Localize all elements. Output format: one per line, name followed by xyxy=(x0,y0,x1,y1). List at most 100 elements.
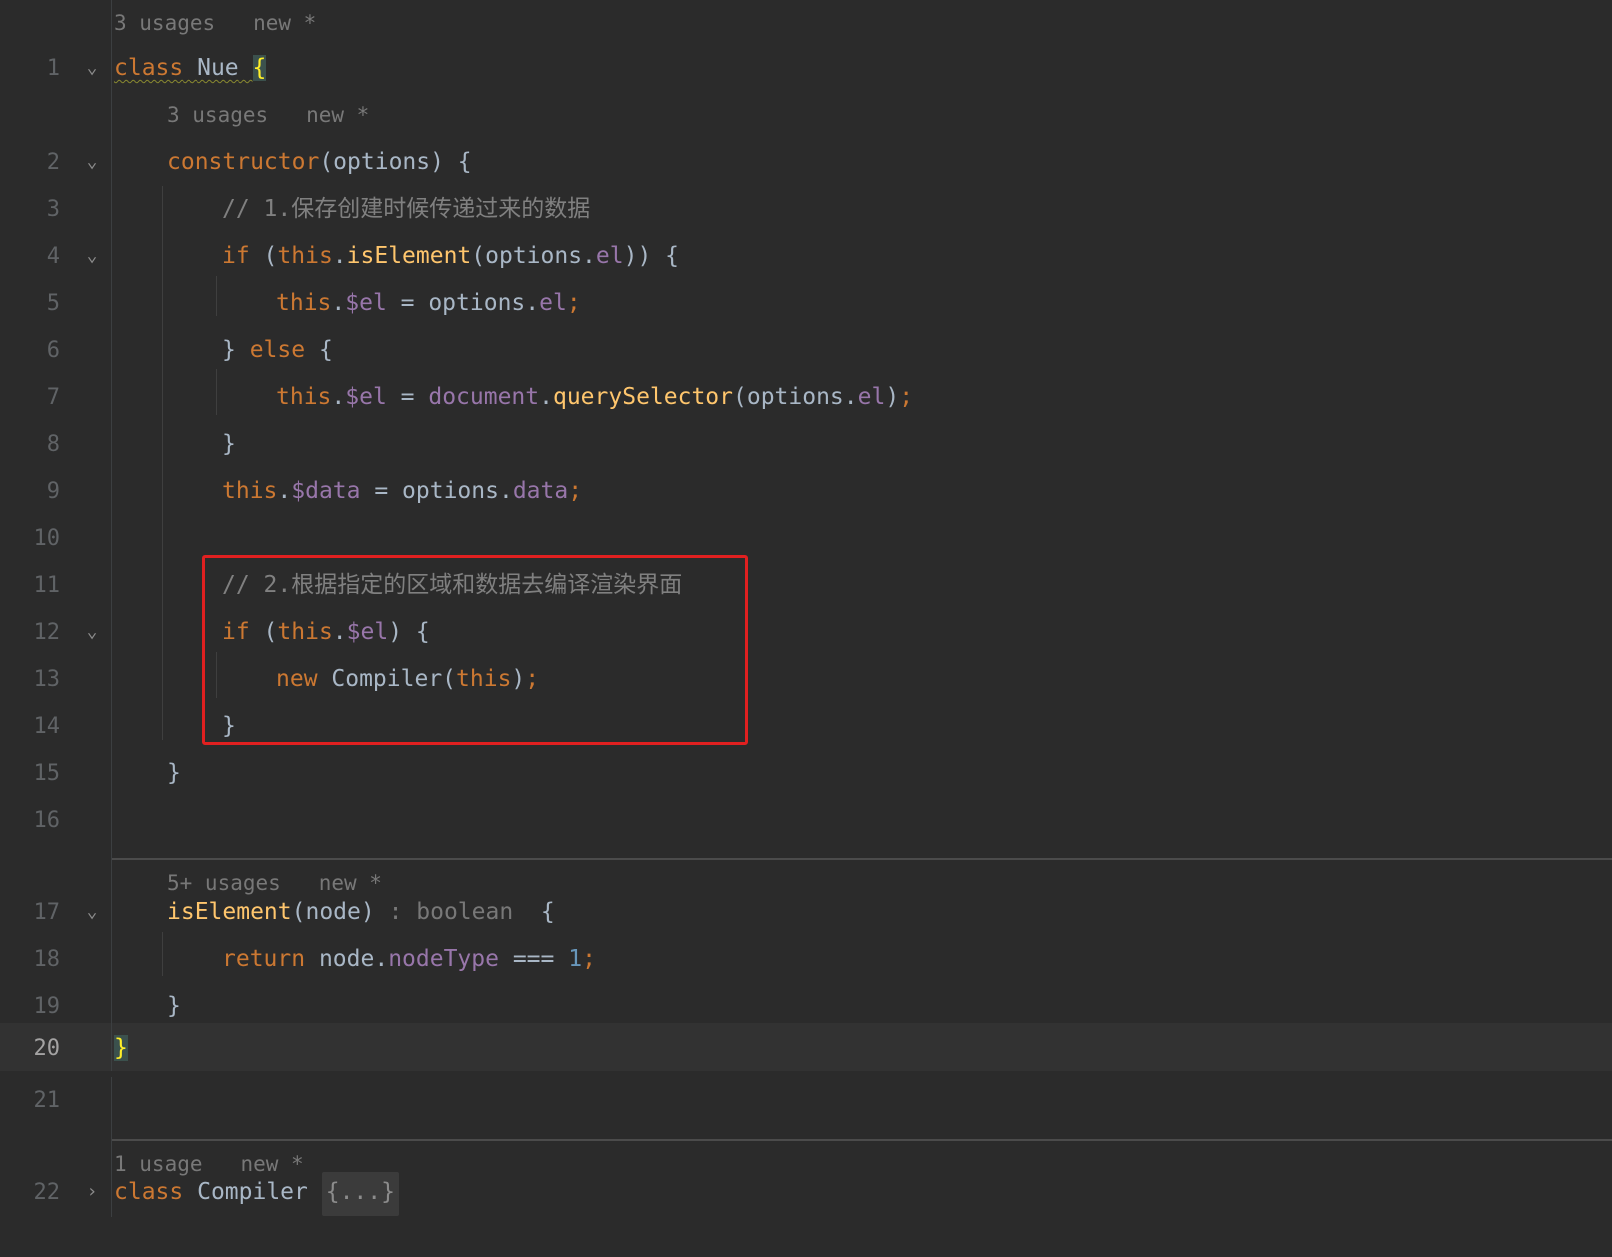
code-editor[interactable]: 3 usages new * 1 ⌄ class Nue { 3 usages … xyxy=(0,0,1612,1257)
line-number: 22 xyxy=(33,1180,61,1205)
code-text[interactable]: this.$data = options.data; xyxy=(222,477,582,507)
code-text[interactable]: class Nue { xyxy=(114,54,267,84)
gutter: 15 xyxy=(0,750,112,798)
chevron-down-icon[interactable]: ⌄ xyxy=(82,901,102,923)
inlay-hint-row: 3 usages new * xyxy=(0,92,1612,140)
chevron-down-icon[interactable]: ⌄ xyxy=(82,151,102,173)
gutter: 2 ⌄ xyxy=(0,139,112,187)
matched-brace: { xyxy=(252,55,267,81)
code-text[interactable]: constructor(options) { xyxy=(167,148,472,178)
gutter: 17 ⌄ xyxy=(0,889,112,937)
code-text[interactable]: } xyxy=(167,759,181,789)
code-line[interactable]: 4 ⌄ if (this.isElement(options.el)) { xyxy=(0,233,1612,281)
line-number: 13 xyxy=(33,667,61,692)
line-number: 19 xyxy=(33,994,61,1019)
chevron-down-icon[interactable]: ⌄ xyxy=(82,245,102,267)
code-line[interactable]: 7 this.$el = document.querySelector(opti… xyxy=(0,374,1612,422)
current-line[interactable]: 20 } xyxy=(0,1023,1612,1071)
code-text[interactable]: this.$el = options.el; xyxy=(276,289,581,319)
line-number: 4 xyxy=(46,244,60,269)
inlay-hint-row: 5+ usages new * xyxy=(0,841,1612,895)
folded-region[interactable]: {...} xyxy=(321,1172,399,1216)
line-number: 18 xyxy=(33,947,61,972)
code-line[interactable]: 2 ⌄ constructor(options) { xyxy=(0,139,1612,187)
code-text[interactable]: } xyxy=(114,1034,128,1064)
line-number: 12 xyxy=(33,620,61,645)
gutter: 4 ⌄ xyxy=(0,233,112,281)
line-number: 17 xyxy=(33,900,61,925)
line-number: 3 xyxy=(46,197,60,222)
line-number: 20 xyxy=(33,1036,61,1061)
line-number: 16 xyxy=(33,808,61,833)
code-line[interactable]: 17 ⌄ isElement(node) : boolean { xyxy=(0,889,1612,937)
code-text[interactable]: if (this.isElement(options.el)) { xyxy=(222,242,679,272)
line-number: 9 xyxy=(46,479,60,504)
line-number: 14 xyxy=(33,714,61,739)
matched-brace: } xyxy=(114,1035,128,1061)
indent-guide xyxy=(162,186,163,740)
code-text[interactable]: return node.nodeType === 1; xyxy=(222,945,596,975)
gutter: 18 xyxy=(0,936,112,984)
gutter: 16 xyxy=(0,797,112,845)
type-hint: : boolean xyxy=(374,899,528,925)
usage-hint[interactable]: 3 usages new * xyxy=(114,9,316,39)
code-text[interactable]: this.$el = document.querySelector(option… xyxy=(276,383,913,413)
code-text[interactable]: isElement(node) : boolean { xyxy=(167,898,555,928)
gutter: 5 xyxy=(0,280,112,328)
line-number: 2 xyxy=(46,150,60,175)
code-line[interactable]: 6 } else { xyxy=(0,327,1612,375)
gutter: 21 xyxy=(0,1077,112,1125)
indent-guide xyxy=(162,932,163,976)
gutter: 20 xyxy=(0,1023,112,1071)
line-number: 11 xyxy=(33,573,61,598)
gutter: 9 xyxy=(0,468,112,516)
gutter: 10 xyxy=(0,515,112,563)
code-line[interactable]: 3 // 1.保存创建时候传递过来的数据 xyxy=(0,186,1612,234)
code-line[interactable]: 16 xyxy=(0,797,1612,845)
line-number: 7 xyxy=(46,385,60,410)
gutter: 8 xyxy=(0,421,112,469)
line-number: 10 xyxy=(33,526,61,551)
code-text[interactable]: } xyxy=(167,992,181,1022)
gutter: 13 xyxy=(0,656,112,704)
line-number: 1 xyxy=(46,56,60,81)
code-line[interactable]: 15 } xyxy=(0,750,1612,798)
gutter: 7 xyxy=(0,374,112,422)
chevron-down-icon[interactable]: ⌄ xyxy=(82,621,102,643)
line-number: 8 xyxy=(46,432,60,457)
code-line[interactable]: 18 return node.nodeType === 1; xyxy=(0,936,1612,984)
gutter: 1 ⌄ xyxy=(0,45,112,93)
chevron-down-icon[interactable]: ⌄ xyxy=(82,57,102,79)
gutter xyxy=(0,92,112,140)
code-line[interactable]: 5 this.$el = options.el; xyxy=(0,280,1612,328)
gutter: 6 xyxy=(0,327,112,375)
code-text[interactable]: } xyxy=(222,430,236,460)
chevron-right-icon[interactable]: › xyxy=(82,1181,102,1203)
gutter xyxy=(0,1122,112,1170)
line-number: 21 xyxy=(33,1088,61,1113)
line-number: 15 xyxy=(33,761,61,786)
highlight-annotation-box xyxy=(202,555,748,745)
gutter: 12 ⌄ xyxy=(0,609,112,657)
gutter: 22 › xyxy=(0,1169,112,1217)
code-line[interactable]: 1 ⌄ class Nue { xyxy=(0,45,1612,93)
line-number: 5 xyxy=(46,291,60,316)
code-line[interactable]: 8 } xyxy=(0,421,1612,469)
gutter: 3 xyxy=(0,186,112,234)
code-text[interactable]: class Compiler {...} xyxy=(114,1172,399,1216)
gutter xyxy=(0,841,112,889)
code-line[interactable]: 9 this.$data = options.data; xyxy=(0,468,1612,516)
usage-hint[interactable]: 3 usages new * xyxy=(167,101,369,131)
code-text[interactable]: } else { xyxy=(222,336,333,366)
inlay-hint-row: 1 usage new * xyxy=(0,1122,1612,1176)
gutter: 11 xyxy=(0,562,112,610)
gutter: 14 xyxy=(0,703,112,751)
code-line[interactable]: 21 xyxy=(0,1077,1612,1125)
inlay-hint-row: 3 usages new * xyxy=(0,0,1612,48)
line-number: 6 xyxy=(46,338,60,363)
indent-guide xyxy=(216,276,217,316)
indent-guide xyxy=(216,369,217,415)
gutter xyxy=(0,0,112,48)
code-line[interactable]: 22 › class Compiler {...} xyxy=(0,1169,1612,1217)
code-comment[interactable]: // 1.保存创建时候传递过来的数据 xyxy=(222,195,590,225)
